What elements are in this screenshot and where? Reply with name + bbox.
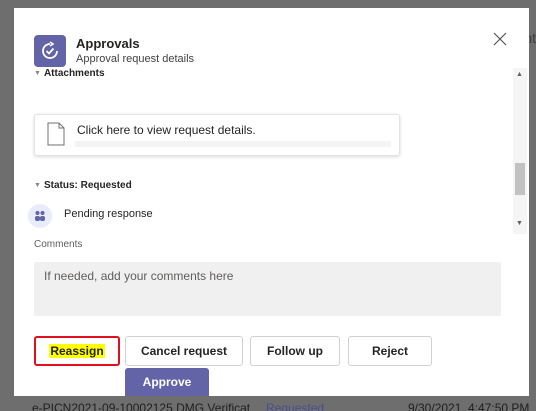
reject-button[interactable]: Reject <box>348 336 432 366</box>
status-section-header[interactable]: ▼ Status: Requested <box>34 180 132 191</box>
follow-up-button[interactable]: Follow up <box>250 336 340 366</box>
pending-response-text: Pending response <box>64 208 153 220</box>
attachments-section-header[interactable]: ▼ Attachments <box>34 68 105 79</box>
approval-details-dialog: Approvals Approval request details ▼ Att… <box>14 8 529 396</box>
background-row-status: Requested <box>266 401 325 411</box>
group-avatar-icon <box>28 204 52 228</box>
background-table-row: e-PICN2021-09-10002125 DMG Verificat Req… <box>0 396 536 411</box>
document-icon <box>47 122 65 151</box>
collapse-triangle-icon: ▼ <box>34 182 41 189</box>
background-row-datetime: 9/30/2021, 4:47:50 PM <box>408 401 530 411</box>
scroll-up-arrow-icon[interactable]: ▲ <box>516 71 523 78</box>
comments-label: Comments <box>34 239 83 250</box>
close-icon[interactable] <box>493 32 509 48</box>
approve-button[interactable]: Approve <box>125 368 209 396</box>
request-details-attachment-card[interactable]: Click here to view request details. <box>34 114 400 156</box>
details-scrollbar[interactable]: ▲ ▼ <box>513 68 527 234</box>
status-header-label: Status: Requested <box>43 180 132 191</box>
request-details-scroll-area[interactable]: ▼ Attachments Click here to view request… <box>14 68 512 234</box>
attachment-preview-bar <box>75 141 391 147</box>
approvals-app-icon <box>34 35 66 67</box>
reassign-button-label: Reassign <box>49 344 105 358</box>
collapse-triangle-icon: ▼ <box>34 70 41 77</box>
cancel-request-button[interactable]: Cancel request <box>125 336 243 366</box>
dialog-subtitle: Approval request details <box>76 53 195 65</box>
reassign-button[interactable]: Reassign <box>34 336 120 366</box>
dialog-title: Approvals <box>76 36 140 51</box>
attachments-header-label: Attachments <box>43 68 105 79</box>
scrollbar-thumb[interactable] <box>515 163 525 195</box>
comments-input[interactable] <box>34 262 501 316</box>
background-row-name: e-PICN2021-09-10002125 DMG Verificat <box>32 401 251 411</box>
scroll-down-arrow-icon[interactable]: ▼ <box>516 220 523 227</box>
attachment-link-text: Click here to view request details. <box>77 123 256 137</box>
